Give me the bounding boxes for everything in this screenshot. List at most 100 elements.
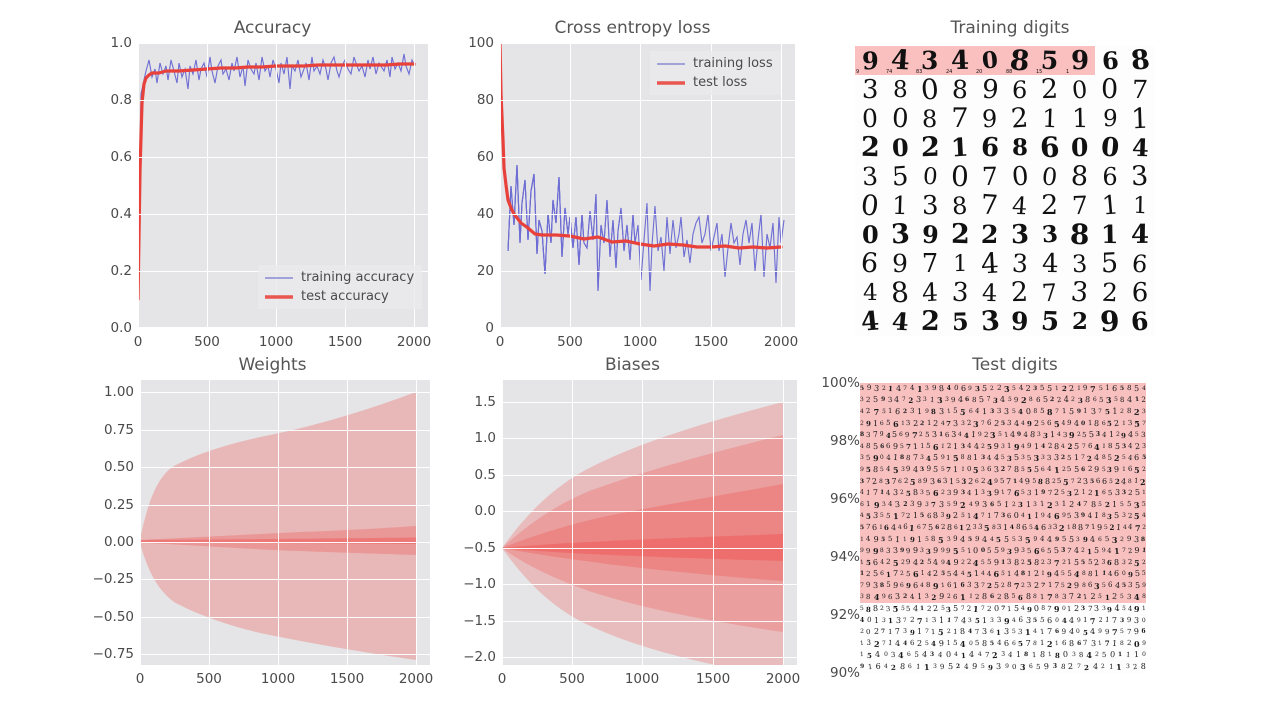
- test-digit-glyph: 5: [986, 442, 993, 452]
- test-digit-glyph: 3: [1003, 627, 1010, 637]
- test-digit-glyph: 5: [1141, 570, 1146, 578]
- test-digit-glyph: 2: [940, 488, 945, 497]
- test-digit-glyph: 6: [903, 523, 908, 532]
- test-digit-glyph: 9: [993, 488, 999, 498]
- test-digit-glyph: 7: [1046, 592, 1053, 603]
- test-digit-glyph: 2: [1114, 477, 1120, 487]
- test-digit-glyph: 7: [1067, 546, 1073, 555]
- test-digit-glyph: 1: [1094, 569, 1100, 579]
- training-digits-grid[interactable]: 9 9 4 74 3 83 4 24 0 20 8 88 5 15 9 1 6 8 3 8 0 8 9 6 2 0 0 7 0 0 8 7 9 2…: [855, 46, 1155, 336]
- accuracy-xtick-3: 1000: [258, 334, 294, 350]
- test-digit-glyph: 2: [903, 500, 908, 508]
- test-digit-glyph: 9: [994, 477, 999, 485]
- test-digit-glyph: 6: [944, 430, 950, 439]
- test-digit-glyph: 3: [1114, 488, 1121, 498]
- test-digit-glyph: 7: [1046, 627, 1053, 637]
- test-digit-glyph: 6: [1101, 489, 1107, 497]
- test-digit-glyph: 7: [931, 500, 937, 510]
- test-digit-glyph: 9: [953, 487, 959, 498]
- test-digit-glyph: 6: [884, 523, 890, 533]
- test-digit-glyph: 6: [1018, 616, 1023, 625]
- training-digit-cell: 1: [1065, 104, 1095, 133]
- test-digit-glyph: 5: [1011, 384, 1016, 392]
- test-digit-glyph: 5: [960, 547, 965, 555]
- training-digit-glyph: 7: [950, 104, 970, 133]
- test-digit-glyph: 3: [923, 396, 928, 404]
- test-ytick-5: 92%: [829, 607, 860, 623]
- test-digit-glyph: 5: [997, 431, 1002, 439]
- training-digit-cell: 4: [855, 307, 885, 336]
- test-digit-glyph: 0: [1013, 511, 1019, 521]
- test-digit-glyph: 2: [946, 593, 951, 601]
- training-digit-glyph: 4: [862, 279, 878, 306]
- test-digit-glyph: 5: [1039, 407, 1045, 416]
- test-digit-glyph: 5: [1040, 384, 1045, 393]
- test-digit-glyph: 0: [879, 454, 885, 462]
- test-digit-glyph: 6: [1087, 442, 1093, 451]
- test-digit-glyph: 5: [925, 488, 932, 497]
- test-digit-glyph: 8: [966, 453, 972, 463]
- test-digit-glyph: 4: [966, 442, 972, 451]
- test-digit-glyph: 4: [1127, 395, 1133, 405]
- test-digit-glyph: 4: [1114, 580, 1121, 591]
- test-digit-glyph: 4: [1094, 441, 1101, 452]
- test-digit-glyph: 3: [1121, 512, 1126, 520]
- test-digits-grid[interactable]: 5932147413984069352235423551221975165854…: [860, 383, 1146, 673]
- test-digit-glyph: 7: [1047, 488, 1053, 497]
- test-digit-glyph: 5: [973, 464, 980, 476]
- test-digit-glyph: 6: [989, 500, 995, 508]
- test-digit-glyph: 3: [960, 442, 965, 450]
- test-digit-glyph: 8: [1046, 406, 1053, 418]
- test-digit-glyph: 7: [921, 523, 927, 532]
- training-digit-cell: 8: [1065, 220, 1095, 249]
- test-digit-glyph: 0: [1062, 650, 1069, 660]
- test-digit-glyph: 9: [950, 395, 956, 405]
- training-digit-glyph: 5: [1039, 307, 1061, 336]
- test-digit-glyph: 5: [984, 522, 991, 533]
- test-digit-glyph: 9: [873, 534, 879, 544]
- test-digit-glyph: 4: [1107, 569, 1113, 578]
- test-digit-glyph: 2: [1095, 651, 1100, 659]
- test-digit-glyph: 5: [865, 453, 871, 463]
- test-digit-glyph: 1: [872, 418, 879, 428]
- test-digit-glyph: 3: [1142, 442, 1146, 450]
- test-digit-glyph: 1: [1133, 650, 1139, 660]
- test-digit-glyph: 7: [980, 581, 985, 590]
- test-digit-glyph: 9: [1024, 476, 1031, 486]
- test-digit-glyph: 8: [1033, 557, 1040, 567]
- test-digit-glyph: 1: [892, 511, 899, 522]
- test-digit-glyph: 6: [898, 477, 903, 485]
- test-digit-glyph: 4: [1009, 523, 1015, 532]
- test-digit-glyph: 5: [1134, 580, 1141, 590]
- test-digit-glyph: 5: [1141, 454, 1146, 462]
- test-digit-glyph: 3: [1027, 488, 1033, 497]
- test-digit-glyph: 8: [1020, 570, 1026, 578]
- test-digit-glyph: 5: [1121, 454, 1126, 462]
- test-digit-glyph: 3: [885, 604, 891, 613]
- test-digit-glyph: 4: [1008, 650, 1014, 660]
- test-digit-glyph: 4: [921, 650, 928, 660]
- test-digit-glyph: 6: [1041, 465, 1046, 474]
- test-digit-glyph: 4: [1056, 431, 1061, 439]
- test-digit-glyph: 2: [1139, 476, 1146, 487]
- training-digit-cell: 1: [1125, 104, 1155, 133]
- test-digit-glyph: 2: [1060, 454, 1066, 462]
- accuracy-xtick-2: 500: [194, 334, 220, 350]
- test-digit-glyph: 5: [1104, 534, 1110, 544]
- test-digit-glyph: 3: [1061, 592, 1067, 602]
- training-digit-cell: 2: [1035, 191, 1065, 220]
- test-digit-glyph: 6: [860, 500, 865, 508]
- training-digit-glyph: 4: [950, 46, 970, 75]
- test-digit-glyph: 1: [920, 605, 925, 613]
- test-digit-glyph: 4: [940, 419, 945, 427]
- test-digit-glyph: 9: [913, 546, 919, 556]
- test-digit-glyph: 6: [895, 406, 901, 417]
- test-digit-glyph: 9: [865, 581, 871, 590]
- test-digit-glyph: 5: [886, 581, 891, 590]
- test-digit-glyph: 1: [916, 383, 923, 394]
- test-ytick-1: 100%: [821, 375, 860, 391]
- biases-ytick-3: 0.5: [474, 467, 496, 483]
- test-digit-glyph: 3: [1042, 430, 1048, 440]
- test-digit-glyph: 1: [1053, 464, 1060, 476]
- test-digit-glyph: 9: [873, 499, 880, 510]
